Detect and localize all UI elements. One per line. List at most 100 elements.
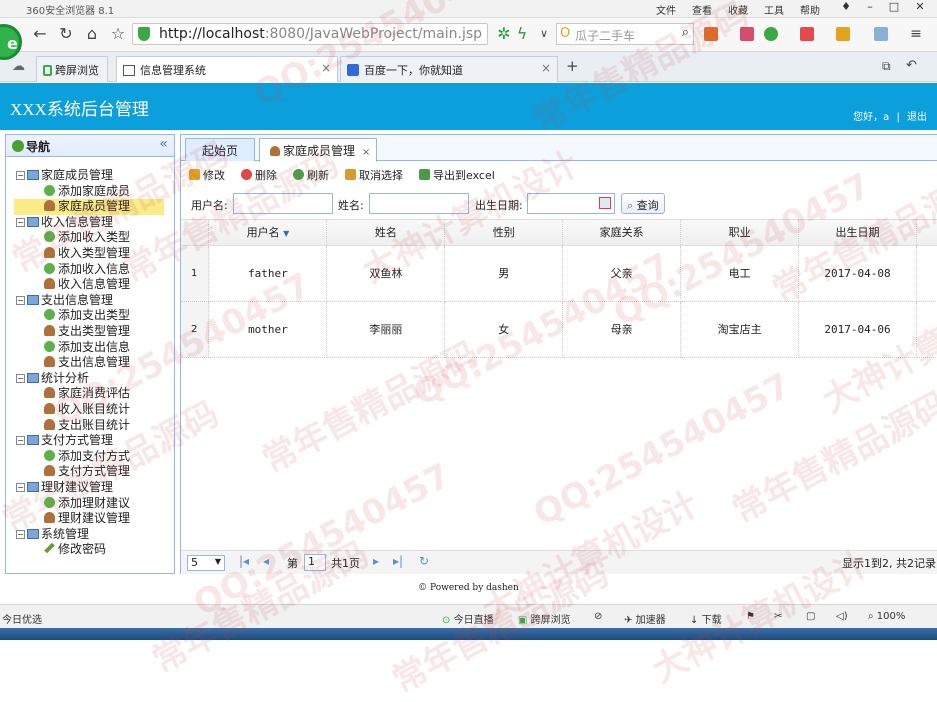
- col-username[interactable]: 用户名 ▼: [208, 220, 328, 246]
- menu-tools[interactable]: 工具: [764, 2, 784, 17]
- search-icon[interactable]: ⌕: [682, 25, 689, 40]
- nav-item[interactable]: 支出类型管理: [44, 324, 130, 340]
- prev-page-icon[interactable]: ◂: [263, 554, 269, 568]
- back-icon[interactable]: ←: [30, 24, 50, 44]
- status-zoom[interactable]: ⌕ 100%: [868, 611, 905, 622]
- next-page-icon[interactable]: ▸: [373, 554, 379, 568]
- calendar-icon[interactable]: [599, 197, 611, 209]
- nav-item[interactable]: 收入信息管理: [44, 277, 130, 293]
- screenshot-icon[interactable]: [874, 27, 888, 41]
- nav-group[interactable]: − 支付方式管理: [16, 433, 113, 449]
- unselect-button[interactable]: 取消选择: [345, 167, 403, 183]
- menu-view[interactable]: 查看: [692, 2, 712, 17]
- collapse-icon[interactable]: «: [159, 136, 168, 152]
- close-window-icon[interactable]: ✕: [910, 0, 930, 16]
- tab-cross-screen[interactable]: 跨屏浏览: [36, 56, 108, 82]
- collapse-toggle-icon[interactable]: −: [16, 217, 25, 227]
- window-icon[interactable]: ▢: [806, 611, 815, 622]
- nav-item[interactable]: 添加收入类型: [44, 230, 130, 246]
- menu-file[interactable]: 文件: [656, 2, 676, 17]
- collapse-toggle-icon[interactable]: −: [16, 295, 25, 305]
- nav-item[interactable]: 收入类型管理: [44, 246, 130, 262]
- restore-tab-icon[interactable]: ⧉: [882, 59, 891, 74]
- collapse-toggle-icon[interactable]: −: [16, 529, 25, 539]
- nav-group[interactable]: − 收入信息管理: [16, 215, 113, 231]
- close-tab-icon[interactable]: ×: [541, 61, 551, 75]
- status-featured[interactable]: 今日优选: [2, 611, 42, 626]
- collapse-toggle-icon[interactable]: −: [16, 373, 25, 383]
- flag-icon[interactable]: ⚑: [746, 611, 755, 622]
- shirt-icon[interactable]: ♦: [836, 0, 856, 16]
- maximize-icon[interactable]: □: [884, 0, 904, 16]
- security-icon[interactable]: [764, 27, 778, 41]
- reload-page-icon[interactable]: ↻: [419, 554, 429, 568]
- nav-item[interactable]: 支出信息管理: [44, 355, 130, 371]
- table-row[interactable]: 2 mother 李丽丽女母亲 淘宝店主 2017-04-06: [181, 301, 937, 358]
- translate-icon[interactable]: [800, 27, 814, 41]
- nav-group[interactable]: − 支出信息管理: [16, 293, 113, 309]
- status-download[interactable]: ↓ 下载: [690, 611, 722, 626]
- menu-favorites[interactable]: 收藏: [728, 2, 748, 17]
- col-gender[interactable]: 性别: [444, 220, 564, 246]
- nav-group[interactable]: − 家庭成员管理: [16, 168, 113, 184]
- export-button[interactable]: 导出到excel: [419, 167, 495, 183]
- url-input[interactable]: http://localhost:8080/JavaWebProject/mai…: [132, 23, 488, 45]
- col-birthday[interactable]: 出生日期: [798, 220, 917, 246]
- birthday-input[interactable]: [527, 193, 615, 214]
- nav-item[interactable]: 支付方式管理: [44, 464, 130, 480]
- mail-icon[interactable]: [740, 27, 754, 41]
- nav-group[interactable]: − 理财建议管理: [16, 480, 113, 496]
- delete-button[interactable]: 删除: [241, 167, 277, 183]
- collapse-toggle-icon[interactable]: −: [16, 436, 25, 446]
- collapse-toggle-icon[interactable]: −: [16, 171, 25, 180]
- undo-close-icon[interactable]: ↶: [906, 58, 917, 73]
- new-tab-button[interactable]: +: [566, 57, 579, 75]
- nav-item[interactable]: 家庭成员管理: [14, 199, 164, 215]
- nav-item[interactable]: 添加理财建议: [44, 496, 130, 512]
- status-accelerator[interactable]: ✈ 加速器: [624, 611, 666, 626]
- query-button[interactable]: ⌕ 查询: [621, 193, 665, 214]
- nav-group[interactable]: − 系统管理: [16, 527, 89, 543]
- menu-icon[interactable]: ≡: [906, 24, 926, 44]
- collapse-toggle-icon[interactable]: −: [16, 483, 25, 492]
- col-relation[interactable]: 家庭关系: [562, 220, 682, 246]
- close-tab-icon[interactable]: ×: [362, 147, 370, 158]
- menu-help[interactable]: 帮助: [800, 2, 820, 17]
- tab-home[interactable]: 起始页: [185, 138, 255, 161]
- tab-info-system[interactable]: 信息管理系统 ×: [116, 56, 338, 82]
- edit-button[interactable]: 修改: [189, 167, 225, 183]
- chevron-down-icon[interactable]: ∨: [534, 24, 554, 44]
- first-page-icon[interactable]: |◂: [239, 554, 249, 568]
- nav-item[interactable]: 添加支出信息: [44, 340, 130, 356]
- nav-item[interactable]: 添加收入信息: [44, 262, 130, 278]
- name-input[interactable]: [369, 193, 469, 214]
- page-number-input[interactable]: 1: [304, 554, 326, 571]
- reload-icon[interactable]: ↻: [56, 24, 76, 44]
- nav-item[interactable]: 添加家庭成员: [44, 184, 130, 200]
- cloud-icon[interactable]: ☁: [12, 59, 25, 74]
- status-cross-screen[interactable]: ▣ 跨屏浏览: [518, 611, 571, 626]
- screenshot-icon[interactable]: ✂: [774, 611, 782, 622]
- minimize-icon[interactable]: –: [860, 0, 880, 16]
- apps-icon[interactable]: [704, 27, 718, 41]
- search-input[interactable]: O 瓜子二手车 ⌕: [556, 23, 694, 45]
- close-tab-icon[interactable]: ×: [321, 61, 331, 75]
- col-job[interactable]: 职业: [680, 220, 800, 246]
- nav-item[interactable]: 添加支出类型: [44, 308, 130, 324]
- nav-item[interactable]: 修改密码: [44, 542, 106, 558]
- home-icon[interactable]: ⌂: [82, 24, 102, 44]
- nav-item[interactable]: 家庭消费评估: [44, 386, 130, 402]
- nav-item[interactable]: 支出账目统计: [44, 418, 130, 434]
- compat-mode-icon[interactable]: ✲: [494, 24, 514, 44]
- nav-item[interactable]: 收入账目统计: [44, 402, 130, 418]
- refresh-button[interactable]: 刷新: [293, 167, 329, 183]
- status-live[interactable]: ⊙ 今日直播: [442, 611, 494, 626]
- tab-family-members[interactable]: 家庭成员管理 ×: [259, 138, 377, 162]
- weather-icon[interactable]: [836, 27, 850, 41]
- col-name[interactable]: 姓名: [326, 220, 446, 246]
- page-size-select[interactable]: 5 ▼: [187, 555, 225, 571]
- history-icon[interactable]: ⊘: [594, 611, 602, 622]
- lightning-icon[interactable]: ϟ: [512, 24, 532, 44]
- sound-icon[interactable]: ◁): [836, 611, 848, 622]
- nav-item[interactable]: 理财建议管理: [44, 511, 130, 527]
